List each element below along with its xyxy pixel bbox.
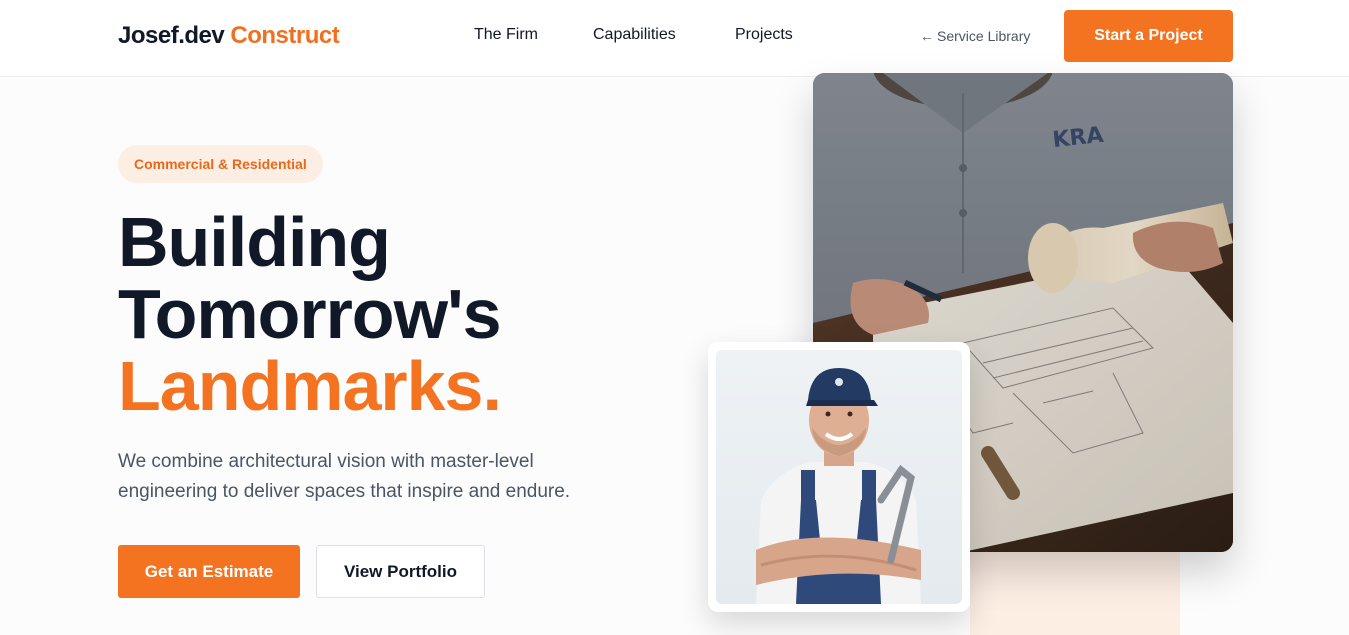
service-library-link[interactable]: ← Service Library — [920, 28, 1030, 44]
get-estimate-button[interactable]: Get an Estimate — [118, 545, 300, 598]
logo-accent: Construct — [230, 22, 340, 49]
nav-link-capabilities[interactable]: Capabilities — [593, 26, 676, 44]
service-library-label: Service Library — [937, 28, 1031, 44]
logo-brand: Josef.dev — [118, 22, 225, 49]
logo[interactable]: Josef.dev Construct — [118, 22, 340, 50]
site-header: Josef.dev Construct The Firm Capabilitie… — [0, 0, 1349, 77]
hero-headline: Building Tomorrow's Landmarks. — [118, 203, 502, 425]
headline-line-3: Landmarks. — [118, 347, 502, 425]
view-portfolio-button[interactable]: View Portfolio — [316, 545, 485, 598]
decorative-block — [970, 550, 1180, 635]
worker-card — [708, 342, 970, 612]
worker-photo — [716, 350, 962, 604]
nav-link-the-firm[interactable]: The Firm — [474, 26, 538, 44]
headline-line-1: Building — [118, 203, 391, 281]
headline-line-2: Tomorrow's — [118, 275, 502, 353]
category-badge: Commercial & Residential — [118, 145, 323, 183]
nav-link-projects[interactable]: Projects — [735, 26, 793, 44]
start-project-button[interactable]: Start a Project — [1064, 10, 1233, 62]
hero-subtext: We combine architectural vision with mas… — [118, 451, 571, 502]
arrow-left-icon: ← — [920, 28, 934, 44]
